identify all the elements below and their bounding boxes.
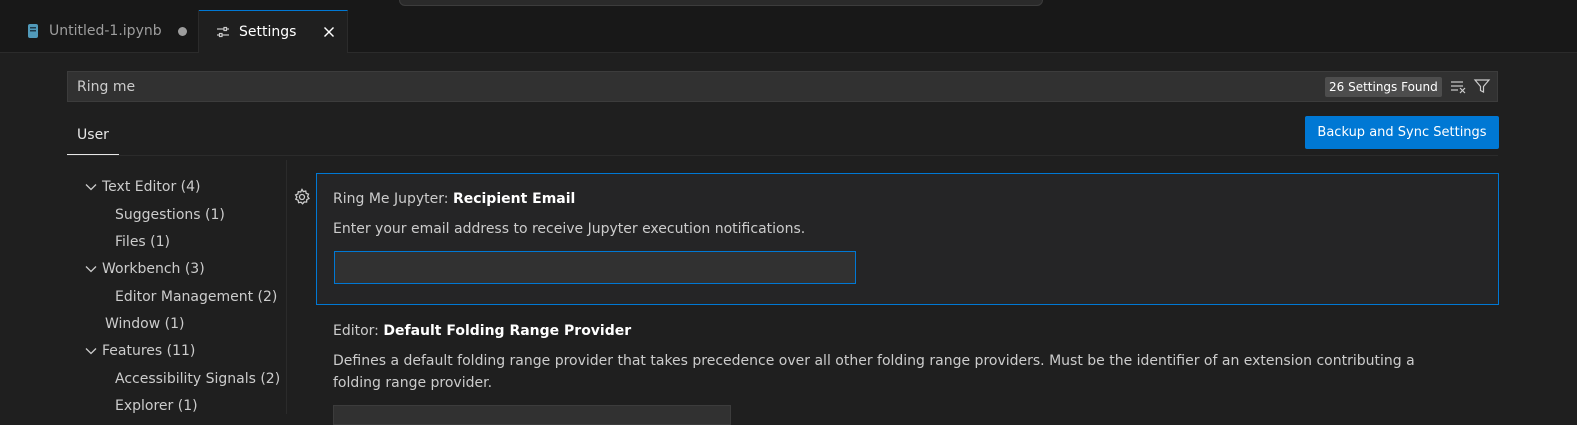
toc-item-explorer[interactable]: Explorer (1) bbox=[115, 395, 198, 414]
setting-category: Ring Me Jupyter: bbox=[333, 191, 453, 207]
settings-search-input[interactable] bbox=[77, 72, 1277, 101]
toc-item-suggestions[interactable]: Suggestions (1) bbox=[115, 204, 225, 226]
notebook-icon bbox=[25, 23, 41, 39]
toc-item-files[interactable]: Files (1) bbox=[115, 231, 170, 253]
tab-settings[interactable]: Settings bbox=[199, 10, 348, 53]
chevron-down-icon bbox=[85, 340, 99, 362]
toc-item-text-editor[interactable]: Text Editor (4) bbox=[85, 176, 200, 198]
close-icon[interactable] bbox=[321, 24, 337, 40]
command-center[interactable] bbox=[399, 0, 1043, 6]
setting-description: Enter your email address to receive Jupy… bbox=[333, 221, 806, 237]
settings-sliders-icon bbox=[215, 24, 231, 40]
toc-item-features[interactable]: Features (11) bbox=[85, 340, 195, 362]
setting-name: Default Folding Range Provider bbox=[383, 323, 632, 339]
tab-label: Settings bbox=[239, 24, 297, 40]
scope-divider bbox=[67, 155, 1498, 156]
toc-item-label: Features (11) bbox=[102, 343, 196, 359]
toc-item-editor-management[interactable]: Editor Management (2) bbox=[115, 286, 277, 308]
setting-category: Editor: bbox=[333, 323, 384, 339]
chevron-down-icon bbox=[85, 176, 99, 198]
setting-description-line-1: Defines a default folding range provider… bbox=[333, 353, 1415, 369]
setting-title: Ring Me Jupyter: Recipient Email bbox=[333, 191, 575, 207]
unsaved-dot-icon[interactable] bbox=[178, 26, 187, 36]
setting-title-folding-provider: Editor: Default Folding Range Provider bbox=[333, 323, 631, 339]
toc-divider bbox=[286, 160, 287, 414]
setting-description-line-2: folding range provider. bbox=[333, 375, 493, 391]
toc-item-workbench[interactable]: Workbench (3) bbox=[85, 258, 205, 280]
default-folding-provider-input[interactable] bbox=[333, 405, 731, 425]
toc-item-label: Text Editor (4) bbox=[102, 179, 201, 195]
gear-icon[interactable] bbox=[293, 188, 311, 206]
backup-sync-button[interactable]: Backup and Sync Settings bbox=[1305, 116, 1499, 149]
editor-tab-bar: Untitled-1.ipynb Settings bbox=[0, 10, 1577, 53]
toc-item-label: Workbench (3) bbox=[102, 261, 205, 277]
chevron-down-icon bbox=[85, 258, 99, 280]
setting-recipient-email[interactable]: Ring Me Jupyter: Recipient Email Enter y… bbox=[316, 173, 1499, 305]
clear-search-icon[interactable] bbox=[1449, 78, 1467, 96]
filter-icon[interactable] bbox=[1473, 77, 1491, 95]
tab-untitled-notebook[interactable]: Untitled-1.ipynb bbox=[9, 10, 199, 52]
settings-table-of-contents: Text Editor (4) Suggestions (1) Files (1… bbox=[67, 176, 285, 414]
toc-item-accessibility-signals[interactable]: Accessibility Signals (2) bbox=[115, 368, 280, 390]
tab-label: Untitled-1.ipynb bbox=[49, 23, 162, 39]
toc-item-window[interactable]: Window (1) bbox=[105, 313, 184, 335]
tab-user-settings[interactable]: User bbox=[67, 117, 119, 155]
settings-search-box: 26 Settings Found bbox=[67, 71, 1498, 102]
results-count-badge: 26 Settings Found bbox=[1325, 77, 1442, 97]
recipient-email-input[interactable] bbox=[334, 251, 856, 284]
setting-name: Recipient Email bbox=[452, 191, 576, 207]
